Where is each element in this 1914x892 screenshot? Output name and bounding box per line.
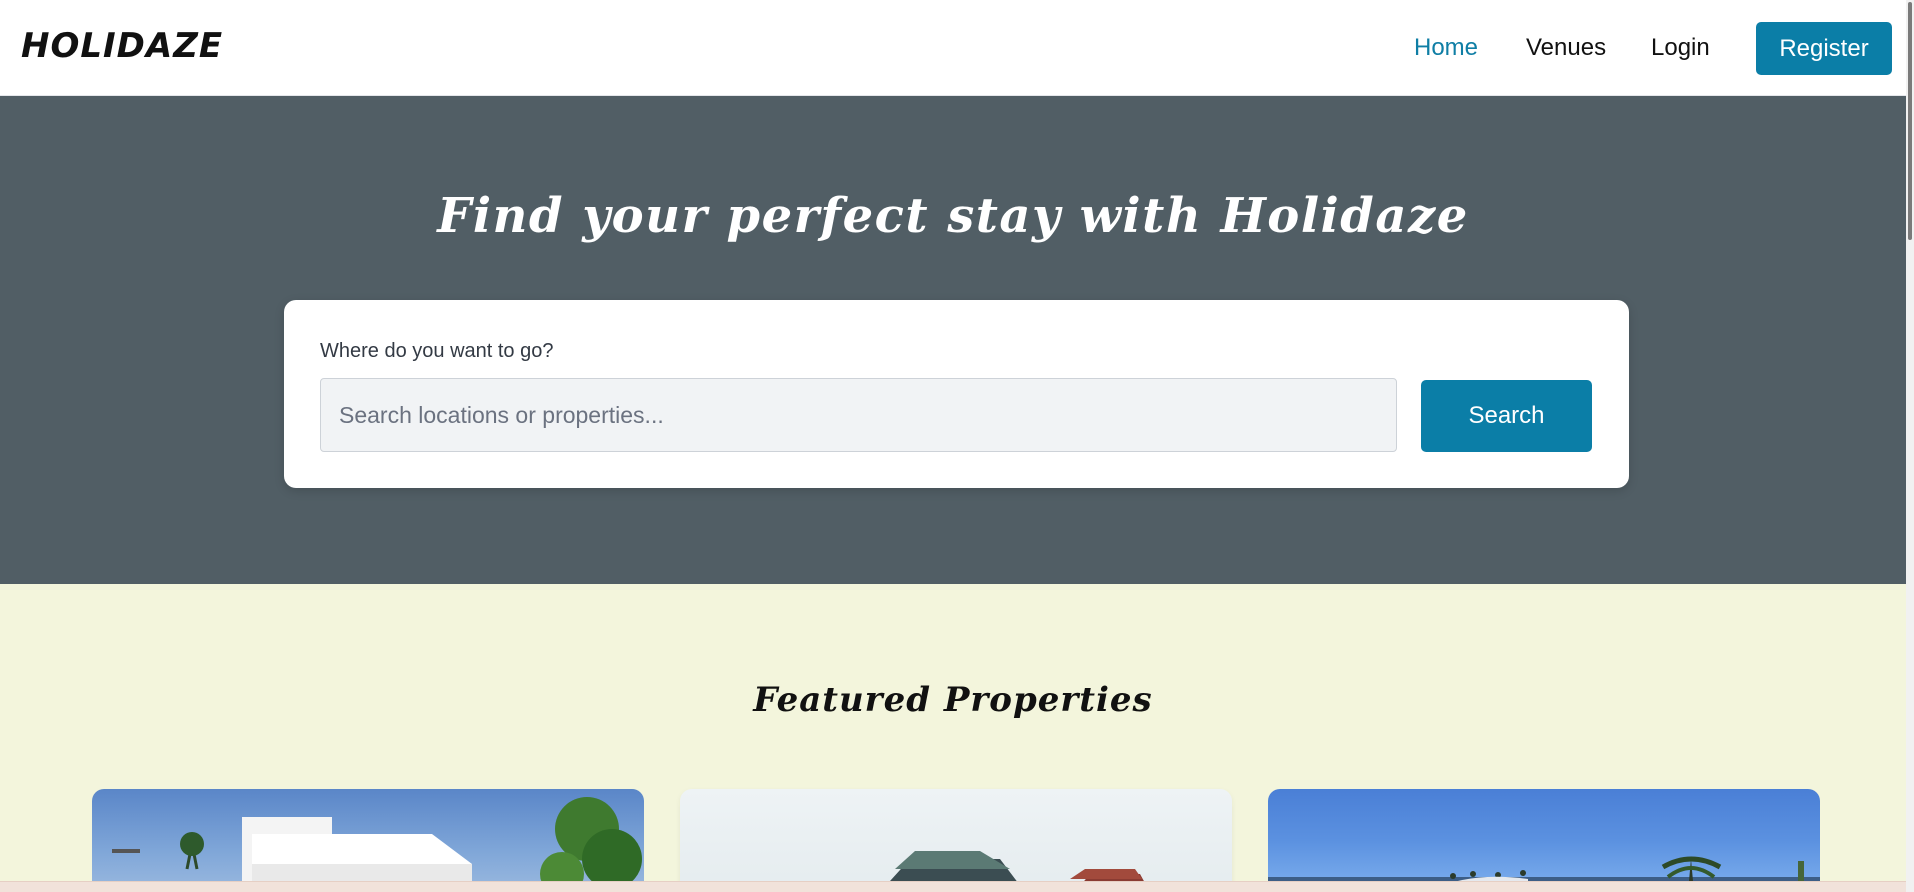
search-button[interactable]: Search	[1421, 380, 1592, 452]
bottom-overlay-edge	[0, 881, 1914, 892]
hero-title: Find your perfect stay with Holidaze	[437, 188, 1469, 244]
site-logo[interactable]: HOLIDAZE	[21, 26, 223, 66]
search-input[interactable]	[320, 378, 1397, 452]
nav-home-link[interactable]: Home	[1414, 34, 1478, 62]
register-button[interactable]: Register	[1756, 22, 1892, 75]
hero-section: Find your perfect stay with Holidaze Whe…	[0, 96, 1906, 584]
property-image	[1268, 856, 1820, 892]
search-card: Where do you want to go? Search	[284, 300, 1629, 488]
featured-property-card-2[interactable]	[680, 789, 1232, 892]
property-image	[880, 851, 1150, 892]
nav-venues-link[interactable]: Venues	[1526, 34, 1606, 62]
featured-property-card-1[interactable]	[92, 789, 644, 892]
featured-properties-title: Featured Properties	[753, 680, 1153, 720]
scrollbar-thumb[interactable]	[1908, 2, 1912, 240]
search-label: Where do you want to go?	[320, 340, 554, 362]
property-image	[112, 797, 642, 892]
featured-property-card-3[interactable]	[1268, 789, 1820, 892]
nav-login-link[interactable]: Login	[1651, 34, 1710, 62]
page-scrollbar[interactable]	[1906, 0, 1914, 892]
site-header: HOLIDAZE Home Venues Login Register	[0, 0, 1914, 96]
